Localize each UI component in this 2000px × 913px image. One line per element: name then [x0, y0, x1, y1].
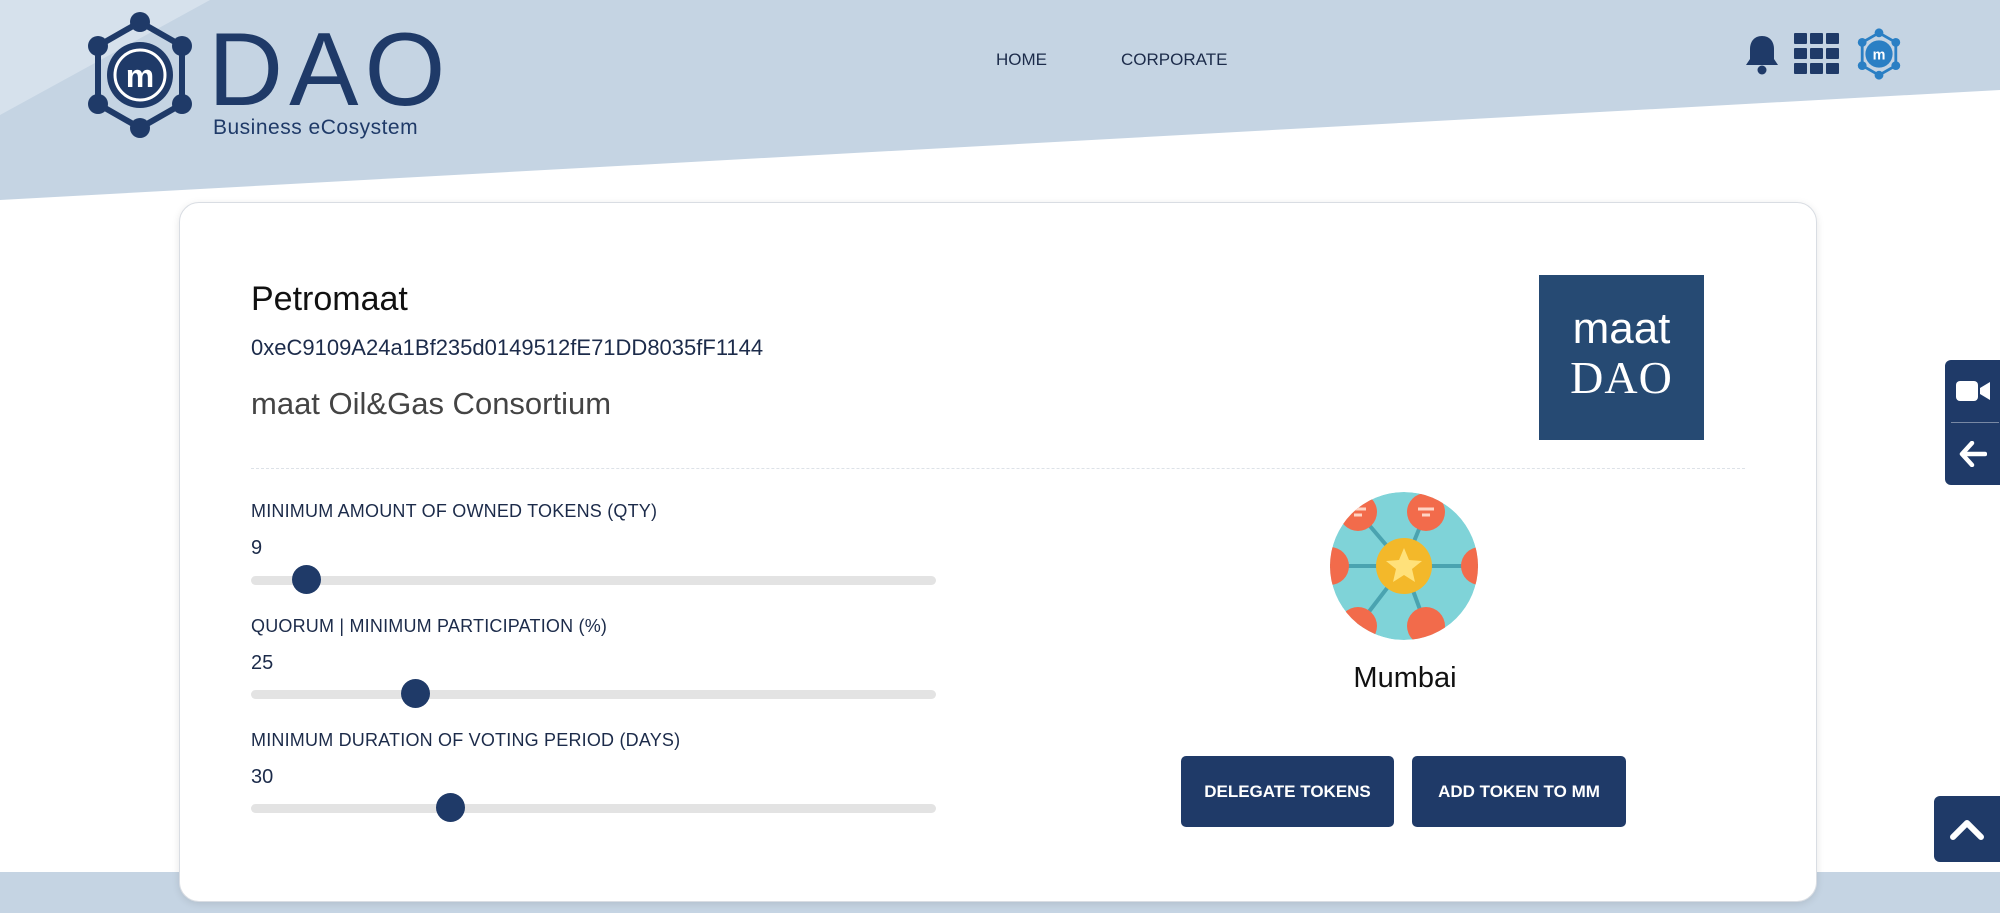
voting-period-slider-thumb[interactable] — [435, 793, 465, 822]
logo-tagline: Business eCosystem — [213, 116, 419, 139]
voting-period-label: MINIMUM DURATION OF VOTING PERIOD (DAYS) — [251, 730, 681, 750]
video-camera-icon[interactable] — [1945, 360, 2000, 422]
maat-logo-mark: m — [88, 12, 192, 138]
min-tokens-slider[interactable] — [251, 565, 936, 594]
nav-home-link[interactable]: HOME — [996, 50, 1047, 70]
dao-address: 0xeC9109A24a1Bf235d0149512fE71DD8035fF11… — [251, 335, 764, 360]
svg-text:m: m — [1873, 48, 1886, 64]
min-tokens-value: 9 — [251, 537, 263, 559]
dao-logo-line2: DAO — [1570, 352, 1673, 403]
side-toolbar — [1945, 360, 2000, 485]
voting-period-value: 30 — [251, 766, 274, 788]
arrow-left-icon[interactable] — [1945, 423, 2000, 485]
min-tokens-slider-thumb[interactable] — [291, 565, 321, 594]
app-grid-icon[interactable] — [1794, 33, 1840, 75]
dao-logo-image: maat DAO — [1539, 275, 1704, 440]
logo-wordmark: DAO — [208, 12, 452, 128]
nav-corporate-link[interactable]: CORPORATE — [1121, 50, 1227, 70]
network-name: Mumbai — [1353, 662, 1457, 694]
quorum-label: QUORUM | MINIMUM PARTICIPATION (%) — [251, 616, 608, 636]
bell-icon[interactable] — [1744, 33, 1780, 75]
section-divider — [251, 468, 1745, 469]
network-hub-icon — [1330, 492, 1478, 640]
svg-text:m: m — [126, 58, 154, 94]
voting-period-slider[interactable] — [251, 793, 936, 822]
quorum-slider[interactable] — [251, 679, 936, 708]
delegate-tokens-button[interactable]: DELEGATE TOKENS — [1181, 756, 1394, 827]
dao-description: maat Oil&Gas Consortium — [251, 386, 612, 421]
header-actions: m — [1744, 28, 1904, 80]
dao-logo-line1: maat — [1572, 304, 1671, 353]
maat-profile-icon[interactable]: m — [1854, 28, 1904, 80]
quorum-value: 25 — [251, 652, 274, 674]
add-token-to-metamask-button[interactable]: ADD TOKEN TO MM — [1412, 756, 1626, 827]
site-logo[interactable]: m DAO Business eCosystem — [80, 10, 445, 140]
min-tokens-label: MINIMUM AMOUNT OF OWNED TOKENS (QTY) — [251, 501, 658, 521]
scroll-to-top-button[interactable] — [1934, 796, 2000, 862]
dao-name: Petromaat — [251, 280, 408, 318]
chevron-up-icon — [1950, 820, 1984, 840]
main-nav: HOME CORPORATE — [996, 50, 1227, 70]
